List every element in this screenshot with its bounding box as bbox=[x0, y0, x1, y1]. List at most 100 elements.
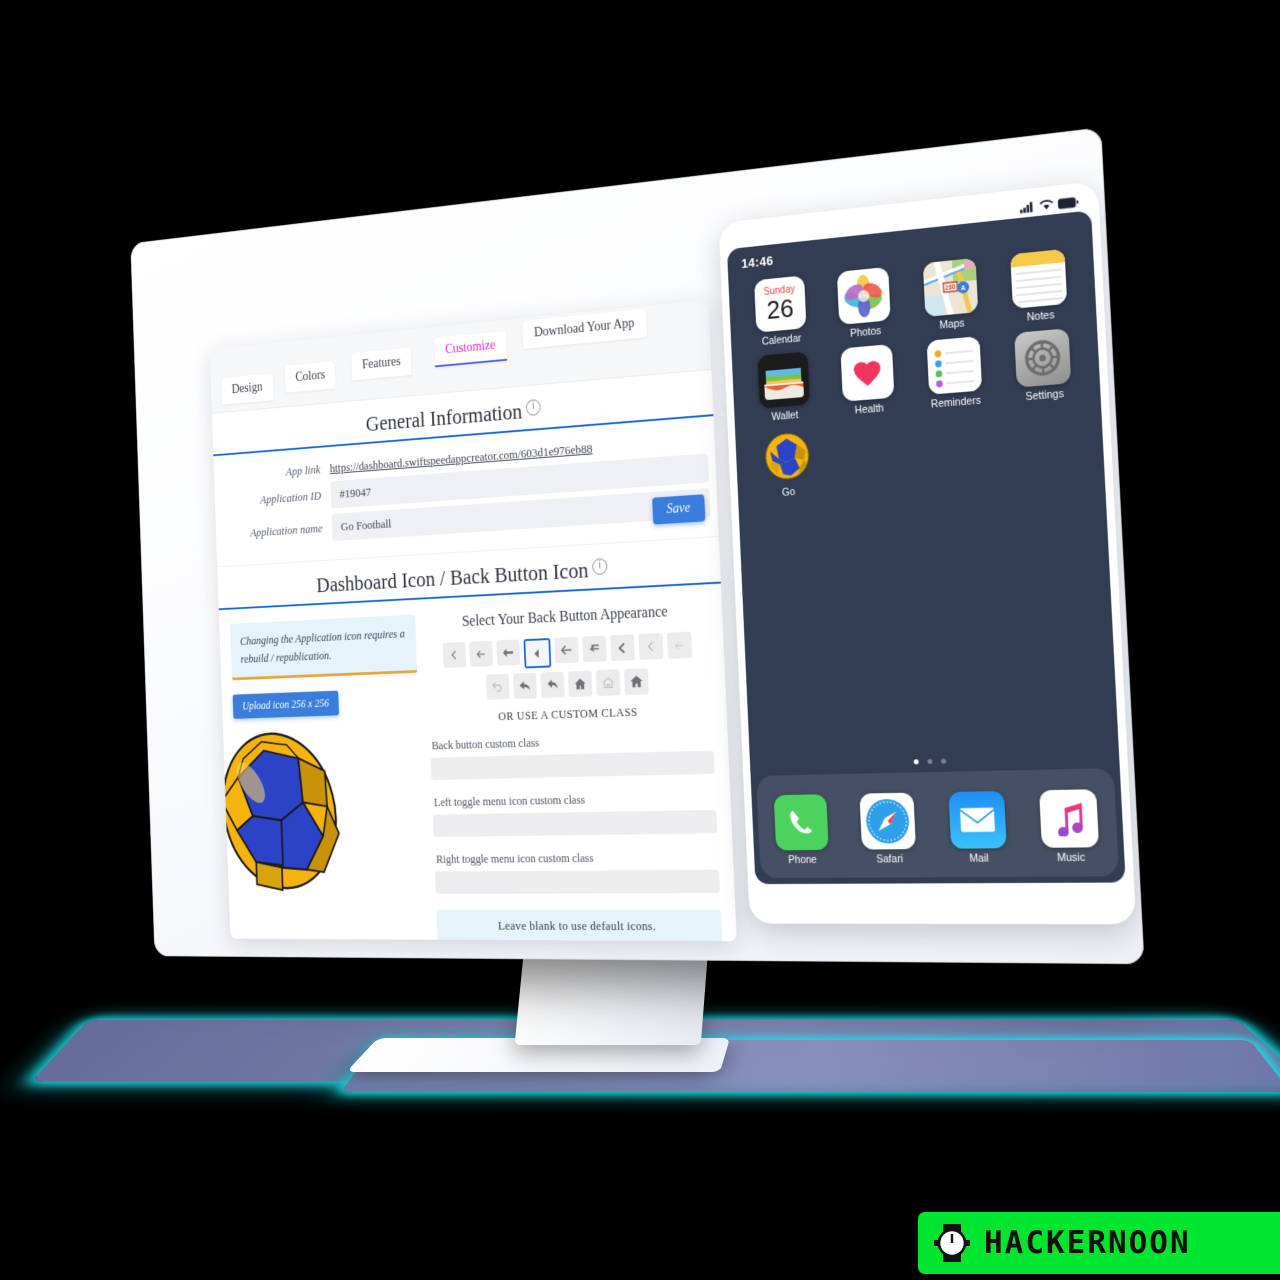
dashboard-card: Design Colors Features Customize Downloa… bbox=[209, 299, 737, 942]
chevron-left-thin-icon[interactable] bbox=[442, 641, 466, 669]
app-reminders[interactable]: Reminders bbox=[909, 330, 1000, 413]
general-information-label: General Information bbox=[365, 399, 523, 436]
app-label-settings: Settings bbox=[1025, 387, 1065, 404]
monitor-screen: Design Colors Features Customize Downloa… bbox=[130, 127, 1144, 964]
signal-icon bbox=[1019, 201, 1033, 213]
icon-upload-column: Changing the Application icon requires a… bbox=[209, 605, 434, 941]
phone-icon bbox=[773, 793, 829, 850]
upload-icon-button[interactable]: Upload icon 256 x 256 bbox=[232, 690, 340, 719]
mail-icon bbox=[948, 790, 1007, 849]
back-button-column: Select Your Back Button Appearance OR US… bbox=[421, 589, 737, 942]
dock-label-safari: Safari bbox=[876, 852, 904, 866]
page-dot-2[interactable] bbox=[926, 758, 932, 765]
page-dot-3[interactable] bbox=[940, 758, 946, 764]
arrow-left-bold-icon[interactable] bbox=[495, 639, 520, 666]
app-settings[interactable]: Settings bbox=[996, 321, 1090, 405]
health-icon bbox=[840, 343, 895, 402]
info-icon-2[interactable]: i bbox=[592, 558, 608, 576]
phone-app-grid: Sunday 26 Calendar Photos 280 A Maps Not… bbox=[728, 235, 1105, 502]
back-button-custom-class-input[interactable] bbox=[430, 750, 715, 781]
label-left-toggle-custom-class: Left toggle menu icon custom class bbox=[433, 792, 586, 809]
right-toggle-custom-class-input[interactable] bbox=[434, 869, 721, 894]
tab-colors[interactable]: Colors bbox=[284, 361, 336, 393]
settings-icon bbox=[1014, 328, 1072, 388]
page-indicator[interactable] bbox=[750, 754, 1119, 768]
photos-icon bbox=[837, 266, 891, 325]
save-button[interactable]: Save bbox=[651, 494, 706, 525]
dashboard-icon-body: Changing the Application icon requires a… bbox=[209, 584, 737, 942]
tab-features[interactable]: Features bbox=[351, 347, 412, 381]
home-solid-icon[interactable] bbox=[623, 668, 649, 696]
soccer-ball-icon bbox=[209, 728, 346, 892]
dock-label-music: Music bbox=[1056, 851, 1086, 864]
left-toggle-custom-class-input[interactable] bbox=[432, 809, 718, 837]
arrow-left-faded-icon[interactable] bbox=[666, 631, 692, 659]
dock-app-mail[interactable]: Mail bbox=[948, 785, 1007, 864]
phone-preview: 14:46 Sunday 26 Calendar Photos 280 A Ma… bbox=[718, 180, 1137, 925]
wallet-icon bbox=[757, 351, 810, 409]
dock-app-safari[interactable]: Safari bbox=[859, 787, 917, 865]
reminders-icon bbox=[926, 336, 982, 395]
notes-icon bbox=[1010, 248, 1068, 309]
app-label-calendar: Calendar bbox=[761, 332, 802, 348]
app-photos[interactable]: Photos bbox=[820, 260, 909, 342]
or-custom-class-label: OR USE A CUSTOM CLASS bbox=[498, 705, 638, 724]
reply-arrow-alt-icon[interactable] bbox=[539, 671, 565, 699]
go-soccer-ball-icon bbox=[761, 428, 814, 484]
phone-screen: 14:46 Sunday 26 Calendar Photos 280 A Ma… bbox=[726, 210, 1126, 885]
svg-text:A: A bbox=[960, 285, 966, 293]
rebuild-alert: Changing the Application icon requires a… bbox=[230, 614, 418, 681]
dashboard-icon-label: Dashboard Icon / Back Button Icon bbox=[316, 558, 589, 597]
undo-curve-faded-icon[interactable] bbox=[485, 673, 510, 701]
app-wallet[interactable]: Wallet bbox=[741, 345, 827, 425]
calendar-icon: Sunday 26 bbox=[753, 275, 807, 333]
battery-icon bbox=[1057, 196, 1079, 209]
label-app-link: App link bbox=[285, 462, 321, 479]
app-label-health: Health bbox=[854, 402, 885, 417]
dock-app-music[interactable]: Music bbox=[1039, 784, 1100, 864]
app-label-photos: Photos bbox=[849, 325, 882, 340]
app-notes[interactable]: Notes bbox=[993, 242, 1087, 327]
leave-blank-note: Leave blank to use default icons. bbox=[436, 909, 723, 942]
caret-left-filled-icon[interactable] bbox=[523, 638, 551, 669]
arrow-left-thin-icon[interactable] bbox=[468, 640, 493, 667]
hackernoon-badge: HACKERNOON bbox=[918, 1212, 1280, 1274]
app-maps[interactable]: 280 A Maps bbox=[905, 251, 996, 334]
hackernoon-wordmark: HACKERNOON bbox=[984, 1225, 1191, 1261]
back-icon-grid bbox=[437, 631, 700, 701]
app-health[interactable]: Health bbox=[824, 337, 913, 418]
scene: Design Colors Features Customize Downloa… bbox=[0, 0, 1280, 1280]
dock-app-phone[interactable]: Phone bbox=[773, 789, 829, 866]
tab-download-your-app[interactable]: Download Your App bbox=[522, 308, 647, 349]
maps-icon: 280 A bbox=[922, 257, 978, 317]
app-label-notes: Notes bbox=[1026, 309, 1055, 324]
monitor: Design Colors Features Customize Downloa… bbox=[8, 127, 1145, 965]
maps-route-badge: 280 bbox=[945, 285, 957, 293]
page-dot-1[interactable] bbox=[913, 759, 919, 765]
home-filled-icon[interactable] bbox=[567, 670, 593, 698]
tab-customize[interactable]: Customize bbox=[433, 330, 507, 368]
home-outline-icon[interactable] bbox=[595, 669, 621, 697]
safari-icon bbox=[859, 792, 917, 850]
dock-label-mail: Mail bbox=[969, 851, 989, 865]
return-arrow-icon[interactable] bbox=[581, 635, 607, 663]
label-right-toggle-custom-class: Right toggle menu icon custom class bbox=[435, 851, 594, 866]
back-button-heading: Select Your Back Button Appearance bbox=[461, 603, 669, 630]
info-icon[interactable]: i bbox=[525, 399, 542, 417]
tab-design[interactable]: Design bbox=[221, 373, 274, 405]
app-calendar[interactable]: Sunday 26 Calendar bbox=[737, 269, 823, 350]
app-label-wallet: Wallet bbox=[771, 409, 799, 424]
calendar-date: 26 bbox=[766, 293, 795, 325]
hackernoon-watch-icon bbox=[934, 1224, 970, 1262]
label-application-name: Application name bbox=[249, 521, 323, 540]
chevron-left-light-icon[interactable] bbox=[637, 632, 664, 660]
reply-arrow-icon[interactable] bbox=[512, 672, 537, 700]
wifi-icon bbox=[1039, 198, 1055, 210]
label-application-id: Application ID bbox=[259, 488, 322, 507]
music-icon bbox=[1039, 788, 1100, 848]
app-label-go: Go bbox=[781, 486, 796, 499]
phone-dock: Phone Safari Mail Music bbox=[756, 768, 1120, 879]
app-go[interactable]: Go bbox=[744, 422, 831, 501]
arrow-left-long-icon[interactable] bbox=[553, 636, 579, 664]
chevron-left-bold-icon[interactable] bbox=[609, 634, 635, 662]
